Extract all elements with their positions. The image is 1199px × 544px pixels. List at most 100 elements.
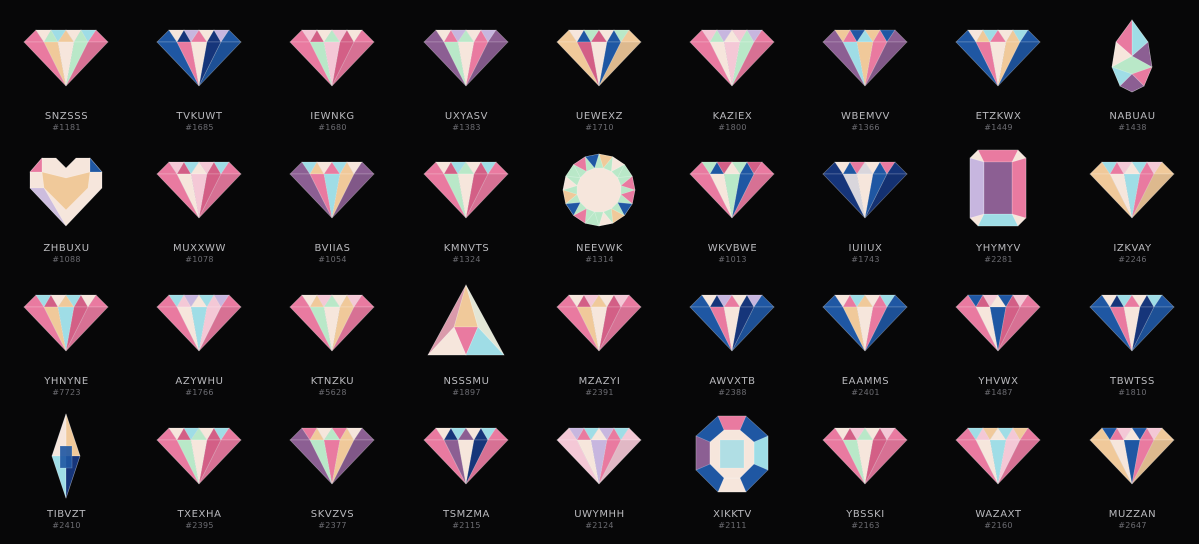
gem-card[interactable]: EAAMMS #2401 — [799, 277, 932, 411]
gem-card[interactable]: KMNVTS #1324 — [400, 144, 533, 278]
gem-card[interactable]: MZAZYI #2391 — [533, 277, 666, 411]
gem-name: UXYASV — [444, 111, 489, 122]
gem-name: MUZZAN — [1108, 509, 1157, 520]
gem-name: SNZSSS — [44, 111, 89, 122]
diamond-gem-icon — [822, 29, 908, 87]
gem-name: WKVBWE — [707, 243, 758, 254]
gem-card[interactable]: ZHBUXU #1088 — [0, 144, 133, 278]
gem-card[interactable]: AZYWHU #1766 — [133, 277, 266, 411]
gem-id: #1383 — [452, 123, 481, 132]
gem-name: SKVZVS — [310, 509, 355, 520]
gem-card[interactable]: KTNZKU #5628 — [266, 277, 399, 411]
gem-name: MZAZYI — [578, 376, 621, 387]
diamond-gem-icon — [289, 294, 375, 352]
gem-card[interactable]: YHNYNE #7723 — [0, 277, 133, 411]
gem-name: YBSSKI — [846, 509, 885, 520]
gem-card[interactable]: UWYMHH #2124 — [533, 410, 666, 544]
gem-card[interactable]: YHYMYV #2281 — [932, 144, 1065, 278]
gem-name: UWYMHH — [574, 509, 625, 520]
gem-id: #1710 — [585, 123, 614, 132]
gem-name: KMNVTS — [443, 243, 490, 254]
gem-name: NABUAU — [1109, 111, 1156, 122]
gem-card[interactable]: IZKVAY #2246 — [1066, 144, 1199, 278]
gem-card[interactable]: XIKKTV #2111 — [666, 410, 799, 544]
gem-name: TBWTSS — [1110, 376, 1155, 387]
gem-name: YHVWX — [978, 376, 1019, 387]
gem-id: #2388 — [718, 388, 747, 397]
gem-card[interactable]: WAZAXT #2160 — [932, 410, 1065, 544]
gem-card[interactable]: AWVXTB #2388 — [666, 277, 799, 411]
gem-card[interactable]: IEWNKG #1680 — [266, 12, 399, 146]
gem-name: TSMZMA — [442, 509, 490, 520]
gem-id: #2410 — [52, 521, 81, 530]
pear-gem-icon — [1111, 19, 1153, 93]
gem-card[interactable]: NSSSMU #1897 — [400, 277, 533, 411]
gem-card[interactable]: SNZSSS #1181 — [0, 12, 133, 146]
gem-name: WAZAXT — [975, 509, 1022, 520]
gem-name: IZKVAY — [1113, 243, 1152, 254]
gem-id: #2160 — [984, 521, 1013, 530]
gem-id: #1078 — [185, 255, 214, 264]
gem-id: #1449 — [984, 123, 1013, 132]
diamond-gem-icon — [955, 29, 1041, 87]
gem-name: IUIIUX — [848, 243, 883, 254]
gem-id: #5628 — [318, 388, 347, 397]
gem-card[interactable]: WKVBWE #1013 — [666, 144, 799, 278]
gem-card[interactable]: TIBVZT #2410 — [0, 410, 133, 544]
gem-card[interactable]: MUZZAN #2647 — [1066, 410, 1199, 544]
diamond-gem-icon — [1089, 161, 1175, 219]
gem-id: #1438 — [1118, 123, 1147, 132]
gem-name: NEEVWK — [575, 243, 623, 254]
gem-card[interactable]: TBWTSS #1810 — [1066, 277, 1199, 411]
gem-card[interactable]: YBSSKI #2163 — [799, 410, 932, 544]
gem-name: BVIIAS — [314, 243, 351, 254]
gem-card[interactable]: NABUAU #1438 — [1066, 12, 1199, 146]
gem-card[interactable]: ETZKWX #1449 — [932, 12, 1065, 146]
diamond-gem-icon — [423, 29, 509, 87]
gem-name: TIBVZT — [46, 509, 86, 520]
gem-card[interactable]: BVIIAS #1054 — [266, 144, 399, 278]
gem-card[interactable]: KAZIEX #1800 — [666, 12, 799, 146]
gem-card[interactable]: WBEMVV #1366 — [799, 12, 932, 146]
gem-card[interactable]: SKVZVS #2377 — [266, 410, 399, 544]
gem-id: #1314 — [585, 255, 614, 264]
diamond-gem-icon — [1089, 427, 1175, 485]
gem-id: #1487 — [984, 388, 1013, 397]
gem-name: AWVXTB — [709, 376, 756, 387]
gem-id: #1897 — [452, 388, 481, 397]
gem-card[interactable]: MUXXWW #1078 — [133, 144, 266, 278]
gem-id: #1766 — [185, 388, 214, 397]
gem-card[interactable]: TVKUWT #1685 — [133, 12, 266, 146]
gem-id: #2246 — [1118, 255, 1147, 264]
diamond-gem-icon — [822, 294, 908, 352]
gem-id: #1088 — [52, 255, 81, 264]
gem-name: XIKKTV — [713, 509, 752, 520]
diamond-gem-icon — [689, 294, 775, 352]
gem-name: TXEXHA — [177, 509, 222, 520]
gem-card[interactable]: YHVWX #1487 — [932, 277, 1065, 411]
gem-card[interactable]: TXEXHA #2395 — [133, 410, 266, 544]
gem-id: #2377 — [318, 521, 347, 530]
gem-id: #2281 — [984, 255, 1013, 264]
gem-card[interactable]: NEEVWK #1314 — [533, 144, 666, 278]
diamond-gem-icon — [289, 427, 375, 485]
diamond-gem-icon — [556, 294, 642, 352]
gem-name: TVKUWT — [176, 111, 223, 122]
emerald-gem-icon — [969, 149, 1027, 227]
diamond-gem-icon — [289, 29, 375, 87]
diamond-gem-icon — [423, 161, 509, 219]
diamond-gem-icon — [822, 161, 908, 219]
gem-card[interactable]: UEWEXZ #1710 — [533, 12, 666, 146]
marquise-gem-icon — [51, 413, 81, 499]
gem-id: #2163 — [851, 521, 880, 530]
heart-gem-icon — [29, 157, 103, 227]
diamond-gem-icon — [556, 427, 642, 485]
gem-card[interactable]: IUIIUX #1743 — [799, 144, 932, 278]
diamond-gem-icon — [23, 29, 109, 87]
gem-id: #1743 — [851, 255, 880, 264]
gem-id: #1685 — [185, 123, 214, 132]
gem-card[interactable]: TSMZMA #2115 — [400, 410, 533, 544]
gem-card[interactable]: UXYASV #1383 — [400, 12, 533, 146]
diamond-gem-icon — [289, 161, 375, 219]
diamond-gem-icon — [955, 427, 1041, 485]
